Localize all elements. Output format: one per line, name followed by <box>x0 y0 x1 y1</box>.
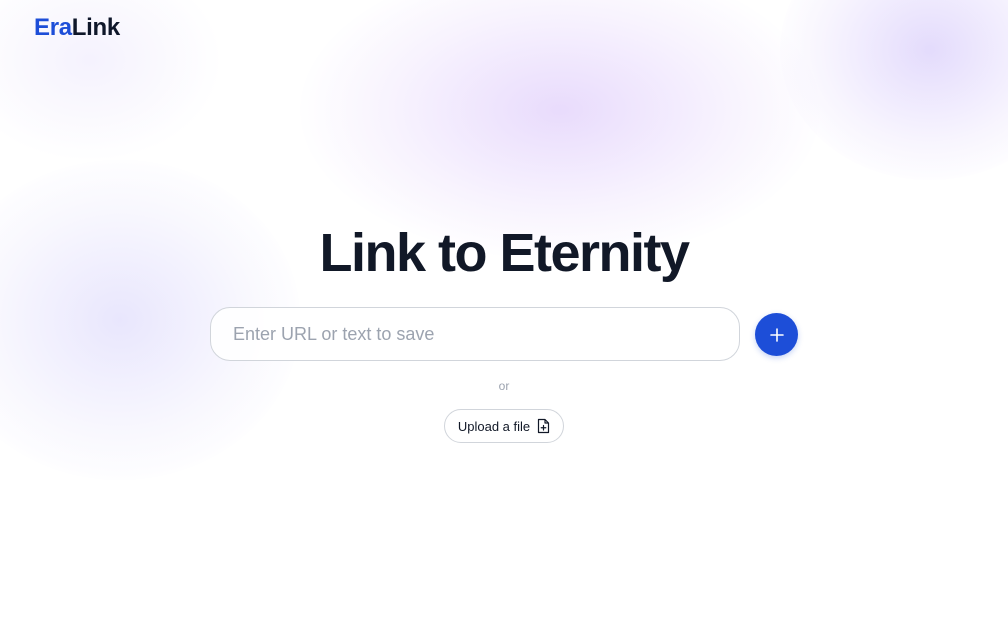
brand-name-part2: Link <box>71 14 120 41</box>
url-input[interactable] <box>211 308 739 360</box>
url-input-container <box>210 307 740 361</box>
add-button[interactable] <box>755 313 798 356</box>
brand-logo[interactable]: EraLink <box>34 14 120 42</box>
upload-file-button[interactable]: Upload a file <box>444 409 564 443</box>
background-glow <box>780 0 1008 180</box>
brand-name-part1: Era <box>34 14 72 41</box>
page: EraLink Link to Eternity or Upload a fil… <box>0 0 1008 630</box>
or-divider: or <box>498 379 510 393</box>
plus-icon <box>769 327 785 343</box>
hero-title: Link to Eternity <box>319 223 690 283</box>
file-plus-icon <box>537 418 550 434</box>
upload-file-label: Upload a file <box>457 418 531 434</box>
